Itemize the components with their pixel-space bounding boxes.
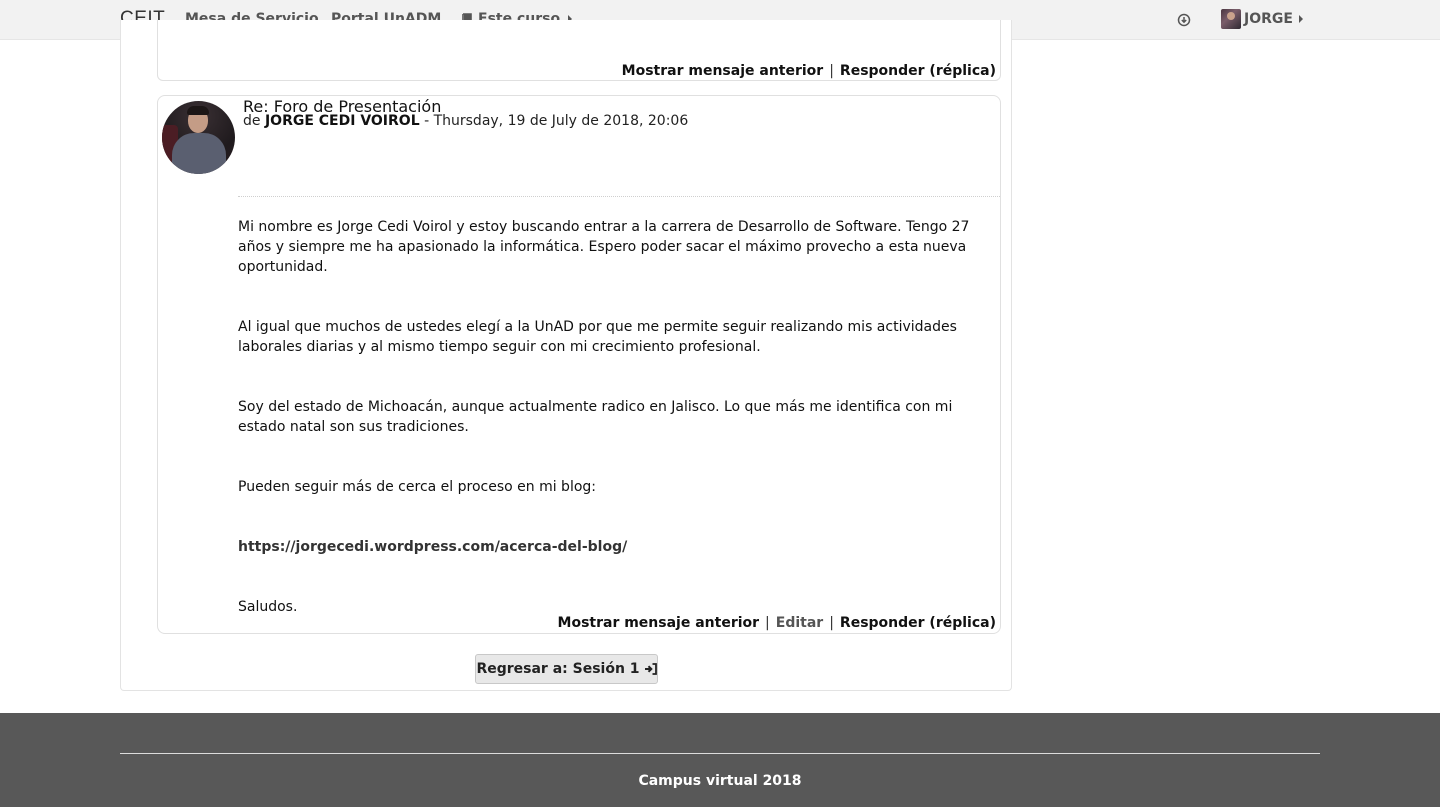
post-body: Mi nombre es Jorge Cedi Voirol y estoy b…	[238, 217, 990, 617]
forum-post-previous: Mostrar mensaje anterior | Responder (ré…	[157, 20, 1001, 81]
user-name: JORGE	[1244, 11, 1293, 27]
reply-link[interactable]: Responder (réplica)	[840, 63, 996, 79]
user-menu[interactable]: JORGE	[1221, 9, 1303, 29]
author-prefix: de	[243, 113, 261, 129]
download-icon[interactable]	[1177, 13, 1191, 27]
separator: |	[765, 615, 770, 631]
show-parent-link[interactable]: Mostrar mensaje anterior	[558, 615, 760, 631]
post-commands: Mostrar mensaje anterior | Editar | Resp…	[558, 615, 996, 631]
separator: |	[829, 63, 834, 79]
edit-link[interactable]: Editar	[776, 615, 823, 631]
post-paragraph: Mi nombre es Jorge Cedi Voirol y estoy b…	[238, 219, 970, 275]
user-avatar	[1221, 9, 1241, 29]
post-commands: Mostrar mensaje anterior | Responder (ré…	[622, 63, 996, 79]
separator: |	[829, 615, 834, 631]
sign-in-icon	[644, 663, 657, 675]
show-parent-link[interactable]: Mostrar mensaje anterior	[622, 63, 824, 79]
author-name-link[interactable]: JORGE CEDI VOIROL	[265, 113, 420, 129]
blog-link-paragraph: https://jorgecedi.wordpress.com/acerca-d…	[238, 537, 990, 557]
post-divider	[238, 196, 1000, 197]
post-date: - Thursday, 19 de July de 2018, 20:06	[424, 113, 689, 129]
forum-post: Re: Foro de Presentación de JORGE CEDI V…	[157, 95, 1001, 634]
back-to-session-button[interactable]: Regresar a: Sesión 1	[475, 654, 658, 684]
post-author-line: de JORGE CEDI VOIROL - Thursday, 19 de J…	[243, 113, 688, 129]
caret-right-icon	[1298, 15, 1303, 23]
footer-text: Campus virtual 2018	[638, 773, 802, 789]
page-footer: Campus virtual 2018	[0, 713, 1440, 807]
author-avatar[interactable]	[162, 101, 235, 174]
reply-link[interactable]: Responder (réplica)	[840, 615, 996, 631]
post-closing: Saludos.	[238, 599, 298, 615]
footer-divider	[120, 753, 1320, 754]
post-paragraph: Pueden seguir más de cerca el proceso en…	[238, 479, 596, 495]
blog-link[interactable]: https://jorgecedi.wordpress.com/acerca-d…	[238, 539, 627, 555]
back-button-label: Regresar a: Sesión 1	[476, 661, 640, 677]
post-paragraph: Soy del estado de Michoacán, aunque actu…	[238, 399, 953, 435]
post-paragraph: Al igual que muchos de ustedes elegí a l…	[238, 319, 957, 355]
